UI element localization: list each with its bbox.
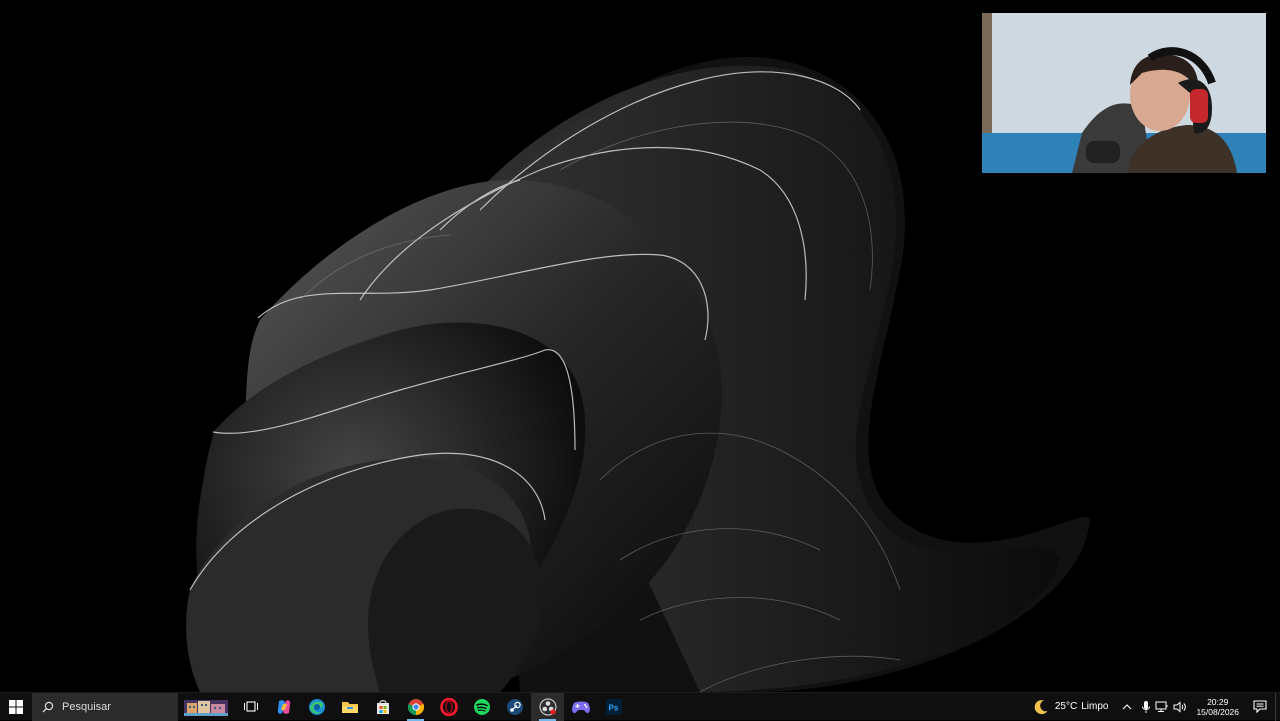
opera-button[interactable]: [432, 693, 465, 721]
steam-icon: [506, 698, 523, 715]
microsoft-store-icon: [376, 699, 389, 714]
microphone-icon: [1142, 700, 1151, 713]
network-tray-button[interactable]: [1154, 693, 1170, 721]
copilot-button[interactable]: [267, 693, 300, 721]
show-desktop-button[interactable]: [1275, 692, 1280, 721]
moon-icon: [1034, 699, 1048, 714]
steam-button[interactable]: [498, 693, 531, 721]
copilot-icon: [277, 699, 290, 714]
taskbar: Pesquisar Ps 25°C Limpo 20:29 15/08/2026: [0, 692, 1280, 721]
search-input[interactable]: Pesquisar: [32, 692, 178, 721]
task-view-icon: [243, 700, 258, 712]
photoshop-button[interactable]: Ps: [597, 693, 630, 721]
opera-icon: [439, 697, 458, 716]
file-explorer-button[interactable]: [333, 693, 366, 721]
webcam-feed-image: [982, 13, 1266, 173]
chevron-up-icon: [1123, 703, 1132, 709]
volume-tray-button[interactable]: [1170, 693, 1190, 721]
weather-widget[interactable]: 25°C Limpo: [1025, 693, 1117, 721]
edge-button[interactable]: [300, 693, 333, 721]
chrome-button[interactable]: [399, 693, 432, 721]
search-placeholder: Pesquisar: [62, 700, 111, 713]
notification-icon: [1253, 700, 1267, 713]
clock-date: 15/08/2026: [1196, 706, 1239, 717]
edge-icon: [308, 698, 325, 715]
chrome-icon: [407, 698, 424, 715]
news-widget-icon: [184, 699, 228, 716]
webcam-overlay: [982, 13, 1266, 173]
clock-time: 20:29: [1207, 696, 1229, 707]
game-controller-icon: [571, 701, 590, 713]
speaker-icon: [1173, 700, 1187, 713]
file-explorer-icon: [341, 701, 358, 713]
game-controller-button[interactable]: [564, 693, 597, 721]
news-widget-button[interactable]: [178, 693, 234, 721]
task-view-button[interactable]: [234, 693, 267, 721]
network-icon: [1155, 701, 1169, 712]
microphone-tray-button[interactable]: [1138, 693, 1154, 721]
notifications-button[interactable]: [1245, 693, 1275, 721]
spotify-button[interactable]: [465, 693, 498, 721]
obs-icon: [539, 698, 556, 715]
windows-logo-icon: [9, 699, 23, 714]
show-hidden-icons-button[interactable]: [1116, 693, 1138, 721]
start-button[interactable]: [0, 693, 32, 721]
microsoft-store-button[interactable]: [366, 693, 399, 721]
svg-text:Ps: Ps: [608, 703, 618, 712]
weather-temperature: 25°C: [1054, 701, 1078, 712]
weather-condition: Limpo: [1081, 701, 1109, 712]
spotify-icon: [473, 698, 490, 715]
obs-button[interactable]: [531, 692, 564, 721]
search-icon: [42, 701, 54, 712]
photoshop-icon: Ps: [605, 698, 622, 715]
system-tray: 25°C Limpo 20:29 15/08/2026: [1025, 692, 1280, 721]
clock[interactable]: 20:29 15/08/2026: [1190, 693, 1245, 721]
